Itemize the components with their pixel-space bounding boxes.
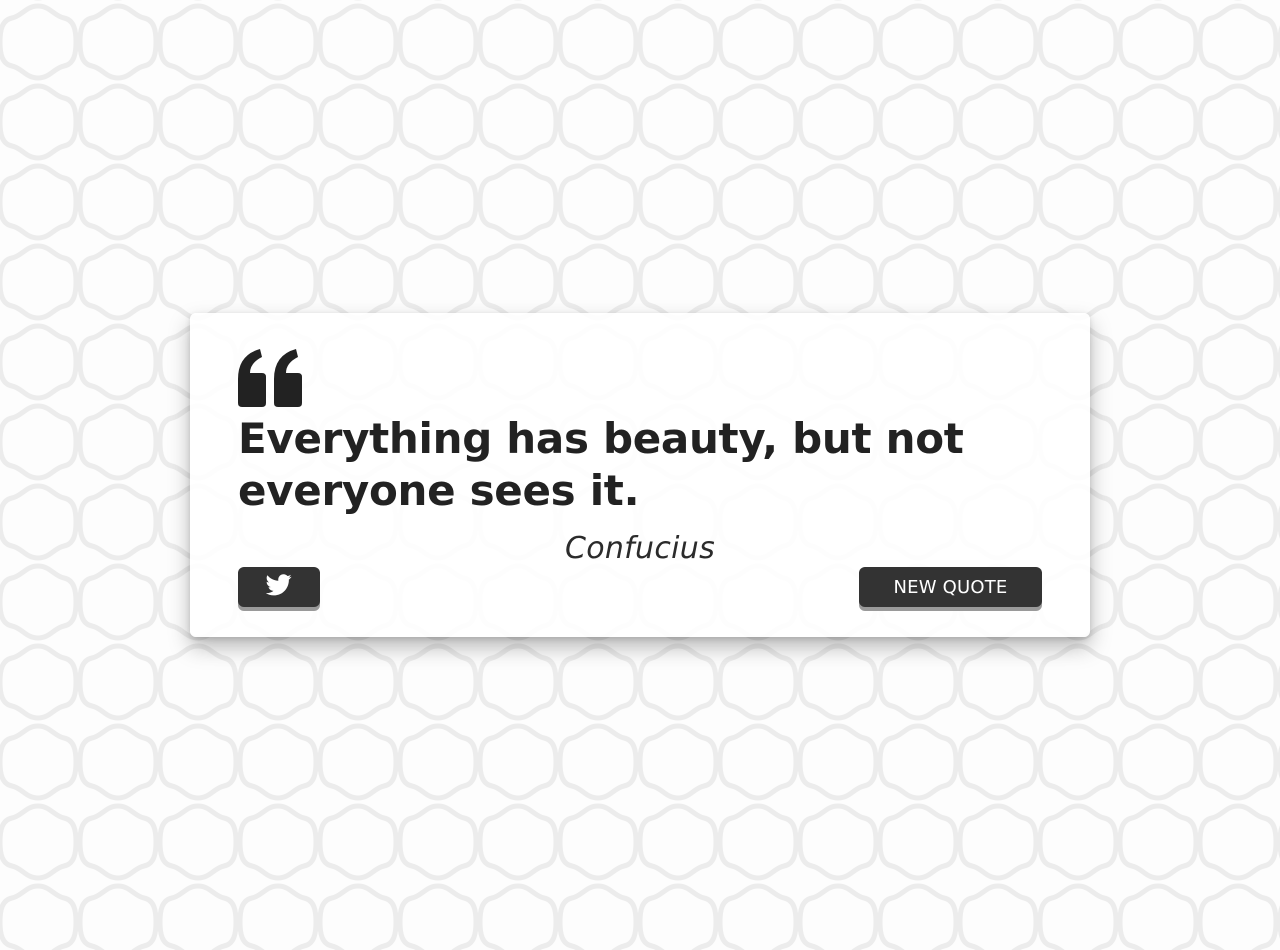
quote-author: Confucius xyxy=(564,531,716,566)
twitter-icon xyxy=(265,574,292,600)
new-quote-button[interactable]: NEW QUOTE xyxy=(859,567,1042,607)
quote-text: Everything has beauty, but not everyone … xyxy=(238,414,964,515)
button-row: NEW QUOTE xyxy=(238,567,1042,611)
quote-card: Everything has beauty, but not everyone … xyxy=(190,313,1090,637)
quote-icon xyxy=(238,349,302,407)
tweet-button[interactable] xyxy=(238,567,320,607)
